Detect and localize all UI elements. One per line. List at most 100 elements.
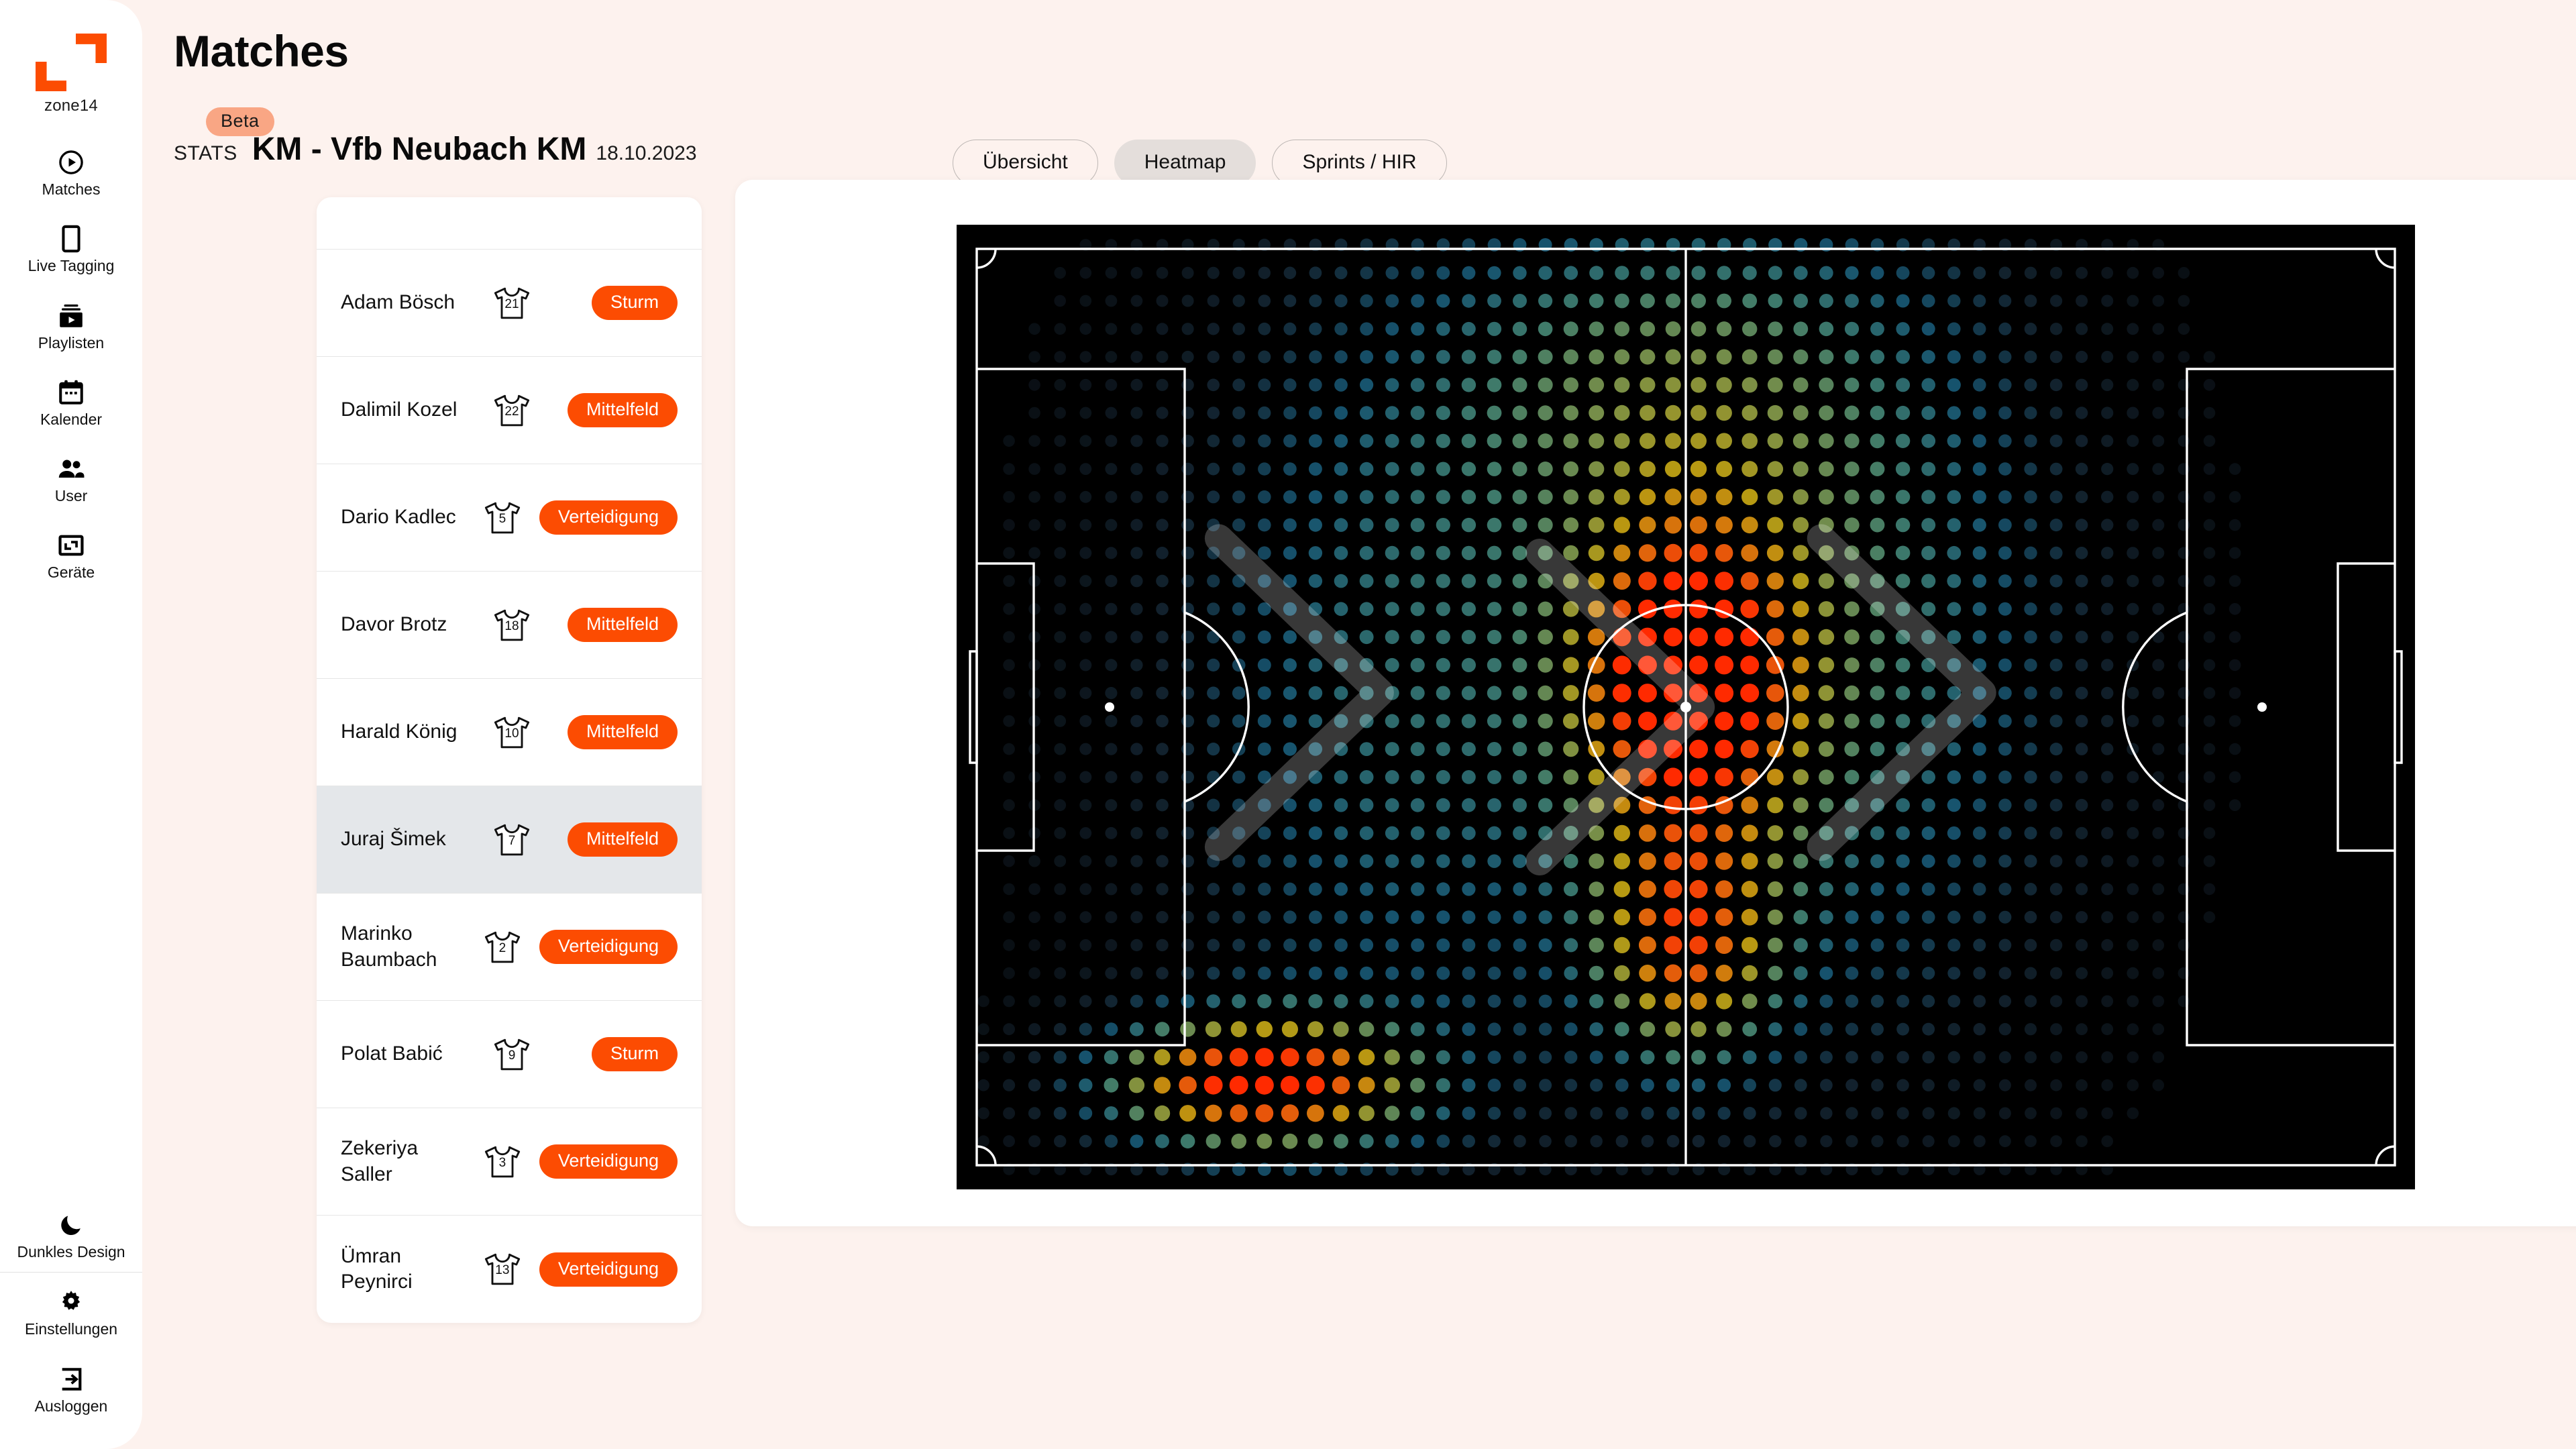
player-position: Verteidigung bbox=[539, 1144, 678, 1179]
main-content: Matches STATS Beta KM - Vfb Neubach KM 1… bbox=[142, 0, 2576, 1449]
position-badge: Verteidigung bbox=[539, 1252, 678, 1287]
sidebar-item-ausloggen[interactable]: Ausloggen bbox=[0, 1350, 142, 1426]
player-position: Verteidigung bbox=[539, 500, 678, 535]
match-subheader: STATS Beta KM - Vfb Neubach KM 18.10.202… bbox=[174, 107, 697, 168]
player-name: Marinko Baumbach bbox=[341, 922, 437, 971]
sidebar-item-label: Dunkles Design bbox=[17, 1243, 125, 1261]
player-position: Verteidigung bbox=[539, 1252, 678, 1287]
player-row[interactable]: Ümran Peynirci 13 Verteidigung bbox=[317, 1216, 702, 1323]
sidebar-item-label: Matches bbox=[42, 180, 101, 198]
jersey-icon: 9 bbox=[475, 1037, 549, 1072]
position-badge: Sturm bbox=[591, 286, 678, 320]
sidebar-item-kalender[interactable]: Kalender bbox=[0, 363, 142, 439]
position-badge: Verteidigung bbox=[539, 500, 678, 535]
jersey-number: 5 bbox=[498, 511, 506, 526]
jersey-number: 2 bbox=[498, 941, 506, 955]
calendar-icon bbox=[3, 377, 140, 408]
sidebar-bottom-nav: Dunkles Design Einstellungen Ausloggen bbox=[0, 1195, 142, 1449]
player-position: Verteidigung bbox=[539, 930, 678, 964]
sidebar-item-geraete[interactable]: Geräte bbox=[0, 516, 142, 592]
player-list-header bbox=[317, 197, 702, 250]
beta-badge: Beta bbox=[206, 107, 274, 136]
logout-icon bbox=[3, 1364, 140, 1395]
page-title: Matches bbox=[174, 26, 349, 76]
player-row[interactable]: Zekeriya Saller 3 Verteidigung bbox=[317, 1108, 702, 1216]
jersey-icon: 13 bbox=[466, 1252, 539, 1287]
player-name: Adam Bösch bbox=[341, 291, 455, 314]
player-name: Davor Brotz bbox=[341, 613, 447, 636]
jersey-number: 9 bbox=[508, 1048, 516, 1063]
sidebar-item-label: User bbox=[54, 487, 88, 505]
sidebar-item-label: Einstellungen bbox=[24, 1320, 118, 1338]
jersey-icon: 10 bbox=[475, 715, 549, 750]
player-name: Dario Kadlec bbox=[341, 506, 456, 529]
position-badge: Mittelfeld bbox=[567, 822, 678, 857]
gear-icon bbox=[3, 1287, 140, 1318]
stats-label-text: STATS bbox=[174, 142, 237, 164]
player-list-panel: Adam Bösch 21 Sturm Dalimil Kozel 22 Mittel… bbox=[317, 197, 702, 1323]
player-row[interactable]: Davor Brotz 18 Mittelfeld bbox=[317, 572, 702, 679]
player-position: Mittelfeld bbox=[567, 822, 678, 857]
sidebar-nav: Matches Live Tagging Playlisten Kalender… bbox=[0, 133, 142, 593]
sidebar: zone14 Matches Live Tagging Playlisten K… bbox=[0, 0, 142, 1449]
player-position: Mittelfeld bbox=[567, 715, 678, 749]
position-badge: Sturm bbox=[591, 1037, 678, 1071]
play-circle-icon bbox=[3, 147, 140, 178]
position-badge: Verteidigung bbox=[539, 930, 678, 964]
sidebar-item-dunkles-design[interactable]: Dunkles Design bbox=[0, 1195, 142, 1272]
jersey-number: 7 bbox=[508, 833, 516, 848]
player-row[interactable]: Juraj Šimek 7 Mittelfeld bbox=[317, 786, 702, 894]
jersey-icon: 3 bbox=[466, 1144, 539, 1179]
player-row[interactable]: Dalimil Kozel 22 Mittelfeld bbox=[317, 357, 702, 464]
sidebar-item-label: Playlisten bbox=[38, 333, 105, 352]
player-row[interactable]: Marinko Baumbach 2 Verteidigung bbox=[317, 894, 702, 1001]
player-name: Zekeriya Saller bbox=[341, 1137, 419, 1185]
player-row[interactable]: Harald König 10 Mittelfeld bbox=[317, 679, 702, 786]
match-title: KM - Vfb Neubach KM bbox=[252, 131, 587, 167]
heatmap-card bbox=[735, 180, 2576, 1226]
jersey-number: 13 bbox=[495, 1263, 510, 1277]
player-name: Ümran Peynirci bbox=[341, 1244, 413, 1293]
position-badge: Verteidigung bbox=[539, 1144, 678, 1179]
playlist-icon bbox=[3, 301, 140, 331]
player-name: Harald König bbox=[341, 720, 458, 743]
match-date: 18.10.2023 bbox=[596, 142, 697, 164]
jersey-icon: 22 bbox=[475, 393, 549, 428]
jersey-icon: 2 bbox=[466, 930, 539, 965]
player-name: Juraj Šimek bbox=[341, 828, 446, 851]
sidebar-item-matches[interactable]: Matches bbox=[0, 133, 142, 210]
sidebar-item-einstellungen[interactable]: Einstellungen bbox=[0, 1273, 142, 1349]
pitch-markings bbox=[957, 225, 2415, 1189]
sidebar-item-live-tagging[interactable]: Live Tagging bbox=[0, 209, 142, 286]
player-position: Sturm bbox=[591, 286, 678, 320]
sidebar-item-user[interactable]: User bbox=[0, 439, 142, 516]
player-position: Mittelfeld bbox=[567, 393, 678, 427]
jersey-icon: 18 bbox=[475, 608, 549, 643]
player-row[interactable]: Polat Babić 9 Sturm bbox=[317, 1001, 702, 1108]
jersey-number: 22 bbox=[504, 404, 519, 419]
users-icon bbox=[3, 453, 140, 484]
player-position: Mittelfeld bbox=[567, 608, 678, 642]
jersey-number: 18 bbox=[504, 619, 519, 633]
sidebar-item-label: Ausloggen bbox=[34, 1397, 108, 1415]
sidebar-item-playlisten[interactable]: Playlisten bbox=[0, 286, 142, 363]
position-badge: Mittelfeld bbox=[567, 393, 678, 427]
zone14-logo-icon bbox=[34, 34, 108, 93]
player-position: Sturm bbox=[591, 1037, 678, 1071]
sidebar-item-label: Live Tagging bbox=[28, 257, 115, 275]
sidebar-item-label: Kalender bbox=[40, 410, 103, 428]
position-badge: Mittelfeld bbox=[567, 608, 678, 642]
stats-label: STATS Beta bbox=[174, 107, 274, 165]
player-row[interactable]: Dario Kadlec 5 Verteidigung bbox=[317, 464, 702, 572]
devices-icon bbox=[3, 530, 140, 561]
sidebar-item-label: Geräte bbox=[47, 564, 95, 582]
jersey-icon: 7 bbox=[475, 822, 549, 857]
player-name: Dalimil Kozel bbox=[341, 398, 458, 421]
player-row[interactable]: Adam Bösch 21 Sturm bbox=[317, 250, 702, 357]
moon-icon bbox=[3, 1210, 140, 1240]
mobile-icon bbox=[3, 223, 140, 254]
player-name: Polat Babić bbox=[341, 1042, 443, 1065]
jersey-icon: 21 bbox=[475, 286, 549, 321]
jersey-number: 10 bbox=[504, 726, 519, 741]
football-pitch[interactable] bbox=[957, 225, 2415, 1189]
